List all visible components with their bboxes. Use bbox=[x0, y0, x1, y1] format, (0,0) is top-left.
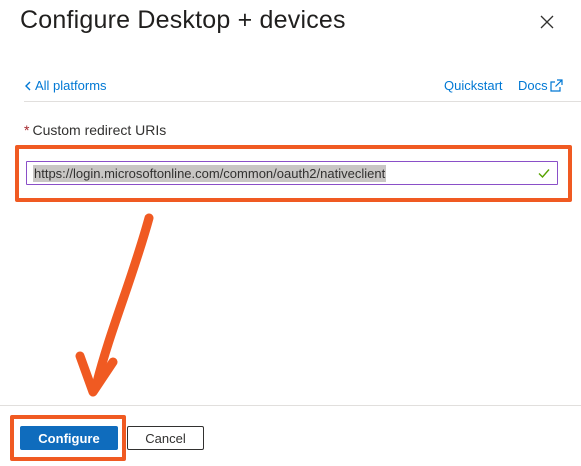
close-icon bbox=[540, 15, 554, 29]
redirect-uri-input[interactable]: https://login.microsoftonline.com/common… bbox=[26, 161, 558, 185]
footer-divider bbox=[0, 405, 581, 406]
redirect-uris-label-text: Custom redirect URIs bbox=[32, 122, 167, 138]
docs-label: Docs bbox=[518, 78, 548, 93]
all-platforms-label: All platforms bbox=[35, 78, 107, 93]
annotation-arrow bbox=[75, 213, 154, 397]
configure-button[interactable]: Configure bbox=[20, 426, 118, 450]
docs-link[interactable]: Docs bbox=[518, 78, 563, 93]
all-platforms-link[interactable]: All platforms bbox=[24, 78, 107, 93]
header-divider bbox=[24, 101, 581, 102]
chevron-left-icon bbox=[25, 81, 31, 90]
panel-title: Configure Desktop + devices bbox=[20, 6, 346, 34]
quickstart-link[interactable]: Quickstart bbox=[444, 78, 503, 93]
required-marker: * bbox=[24, 122, 30, 138]
cancel-button[interactable]: Cancel bbox=[127, 426, 204, 450]
redirect-uri-value: https://login.microsoftonline.com/common… bbox=[33, 164, 387, 182]
redirect-uris-label: * Custom redirect URIs bbox=[24, 122, 166, 138]
checkmark-icon bbox=[538, 169, 550, 179]
close-button[interactable] bbox=[537, 12, 557, 32]
external-link-icon bbox=[550, 79, 563, 92]
configure-panel: Configure Desktop + devices All platform… bbox=[0, 0, 581, 466]
